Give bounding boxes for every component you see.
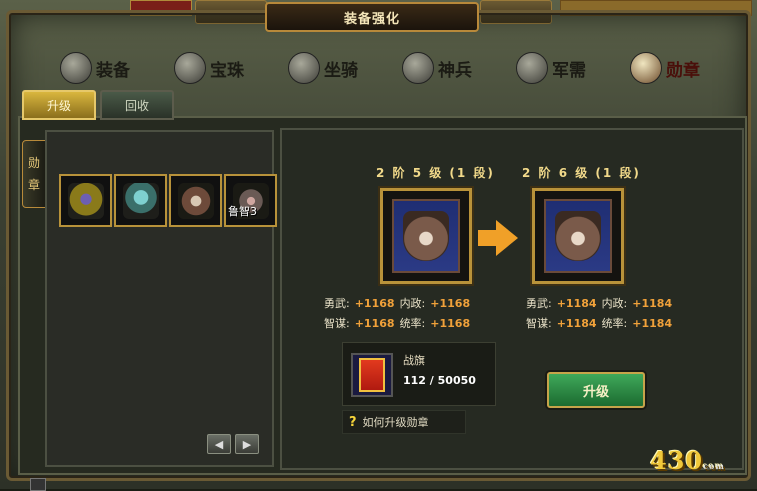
medal-shield-icon (392, 199, 460, 273)
category-label: 坐骑 (324, 60, 358, 81)
logo-suffix: com (703, 461, 725, 471)
medal-slot[interactable] (114, 174, 167, 227)
tab-upgrade[interactable]: 升级 (22, 90, 96, 120)
stat-value: +1168 (354, 317, 395, 330)
medal-icon (630, 52, 662, 84)
next-page-button[interactable]: ▶ (235, 434, 259, 454)
medal-shield-icon (177, 182, 214, 219)
stat-value: +1168 (354, 297, 395, 310)
medal-slot-label: 鲁智3 (228, 205, 257, 218)
stat-value: +1168 (430, 297, 471, 310)
medal-slot[interactable]: 鲁智3 (224, 174, 277, 227)
current-medal-slot (380, 188, 472, 284)
upgrade-arrow-shaft (478, 230, 498, 246)
medal-slot[interactable] (169, 174, 222, 227)
next-stage-label: 2 阶 6 级 (1 段) (522, 166, 641, 180)
stat-key: 统率: (399, 317, 426, 330)
current-stats: 勇武: +1168 内政: +1168 智谋: +1168 统率: +1168 (324, 294, 470, 334)
medal-teal-icon (122, 182, 159, 219)
auto-checkbox[interactable] (30, 478, 46, 491)
stat-key: 勇武: (324, 297, 350, 310)
category-orb[interactable]: 宝珠 (174, 48, 244, 88)
supplies-icon (516, 52, 548, 84)
war-flag-icon (351, 353, 393, 397)
material-requirement: 战旗 112 / 50050 (342, 342, 496, 406)
category-label: 军需 (552, 60, 586, 81)
category-medal[interactable]: 勋章 (630, 48, 700, 88)
stat-value: +1184 (632, 317, 673, 330)
stat-value: +1168 (430, 317, 471, 330)
mode-tabs: 升级 回收 (22, 90, 174, 120)
material-name: 战旗 (403, 354, 425, 367)
stat-value: +1184 (632, 297, 673, 310)
stat-key: 内政: (399, 297, 426, 310)
help-text: 如何升级勋章 (362, 416, 429, 429)
side-tab-char: 章 (27, 178, 40, 192)
stat-key: 智谋: (526, 317, 552, 330)
tab-recycle[interactable]: 回收 (100, 90, 174, 120)
stat-key: 勇武: (526, 297, 552, 310)
category-mount[interactable]: 坐骑 (288, 48, 358, 88)
medal-slot[interactable] (59, 174, 112, 227)
site-logo: 430com (650, 446, 725, 475)
category-tabs: 装备 宝珠 坐骑 神兵 军需 勋章 (60, 48, 700, 88)
window-title: 装备强化 (265, 2, 479, 32)
stat-value: +1184 (556, 317, 597, 330)
helmet-icon (60, 52, 92, 84)
stat-key: 统率: (601, 317, 628, 330)
prev-page-button[interactable]: ◀ (207, 434, 231, 454)
upgrade-panel: 2 阶 5 级 (1 段) 2 阶 6 级 (1 段) 勇武: +1168 内政… (280, 128, 744, 470)
next-medal-slot (532, 188, 624, 284)
side-tab-medal[interactable]: 勋 章 (22, 140, 46, 208)
category-label: 宝珠 (210, 60, 244, 81)
stat-key: 内政: (601, 297, 628, 310)
stat-value: +1184 (556, 297, 597, 310)
stat-key: 智谋: (324, 317, 350, 330)
category-label: 勋章 (666, 60, 700, 81)
category-label: 神兵 (438, 60, 472, 81)
next-stats: 勇武: +1184 内政: +1184 智谋: +1184 统率: +1184 (526, 294, 672, 334)
inventory-pager: ◀ ▶ (207, 434, 259, 454)
upgrade-arrow-icon (496, 220, 518, 256)
category-supplies[interactable]: 军需 (516, 48, 586, 88)
horse-icon (288, 52, 320, 84)
sword-icon (402, 52, 434, 84)
upgrade-button[interactable]: 升级 (547, 372, 645, 408)
category-label: 装备 (96, 60, 130, 81)
category-equipment[interactable]: 装备 (60, 48, 130, 88)
medal-slot-list: 鲁智3 (59, 174, 277, 227)
question-icon: ? (349, 414, 357, 430)
medal-shield-icon (544, 199, 612, 273)
category-divine-weapon[interactable]: 神兵 (402, 48, 472, 88)
side-tab-char: 勋 (27, 156, 40, 170)
orb-icon (174, 52, 206, 84)
medal-inventory-panel: 鲁智3 ◀ ▶ (45, 130, 277, 467)
current-stage-label: 2 阶 5 级 (1 段) (376, 166, 495, 180)
medal-gold-purple-icon (67, 182, 104, 219)
logo-text: 430 (650, 446, 704, 475)
material-progress: 112 / 50050 (403, 374, 476, 387)
help-link[interactable]: ? 如何升级勋章 (342, 410, 466, 434)
